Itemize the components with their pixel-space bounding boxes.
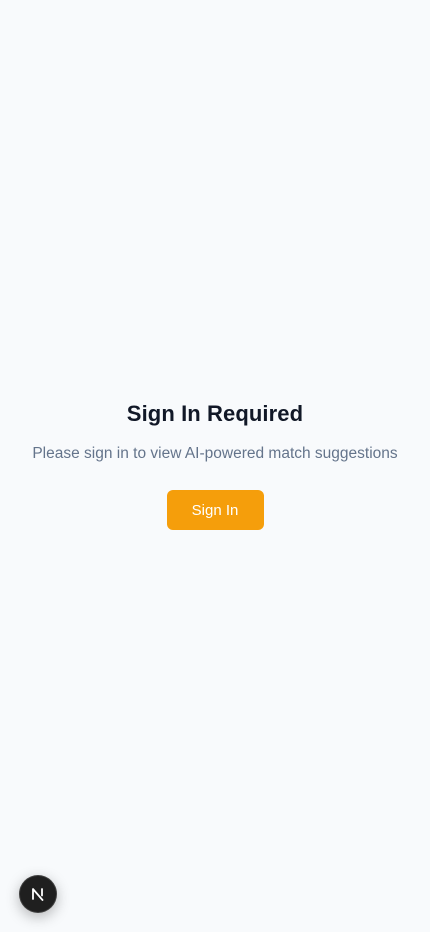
sign-in-message: Please sign in to view AI-powered match …	[32, 445, 398, 462]
nextjs-logo-icon	[30, 886, 46, 902]
page: Sign In Required Please sign in to view …	[0, 0, 430, 932]
nextjs-dev-indicator[interactable]	[19, 875, 57, 913]
sign-in-required-panel: Sign In Required Please sign in to view …	[0, 398, 430, 530]
page-title: Sign In Required	[126, 401, 304, 426]
sign-in-button[interactable]: Sign In	[166, 490, 264, 530]
